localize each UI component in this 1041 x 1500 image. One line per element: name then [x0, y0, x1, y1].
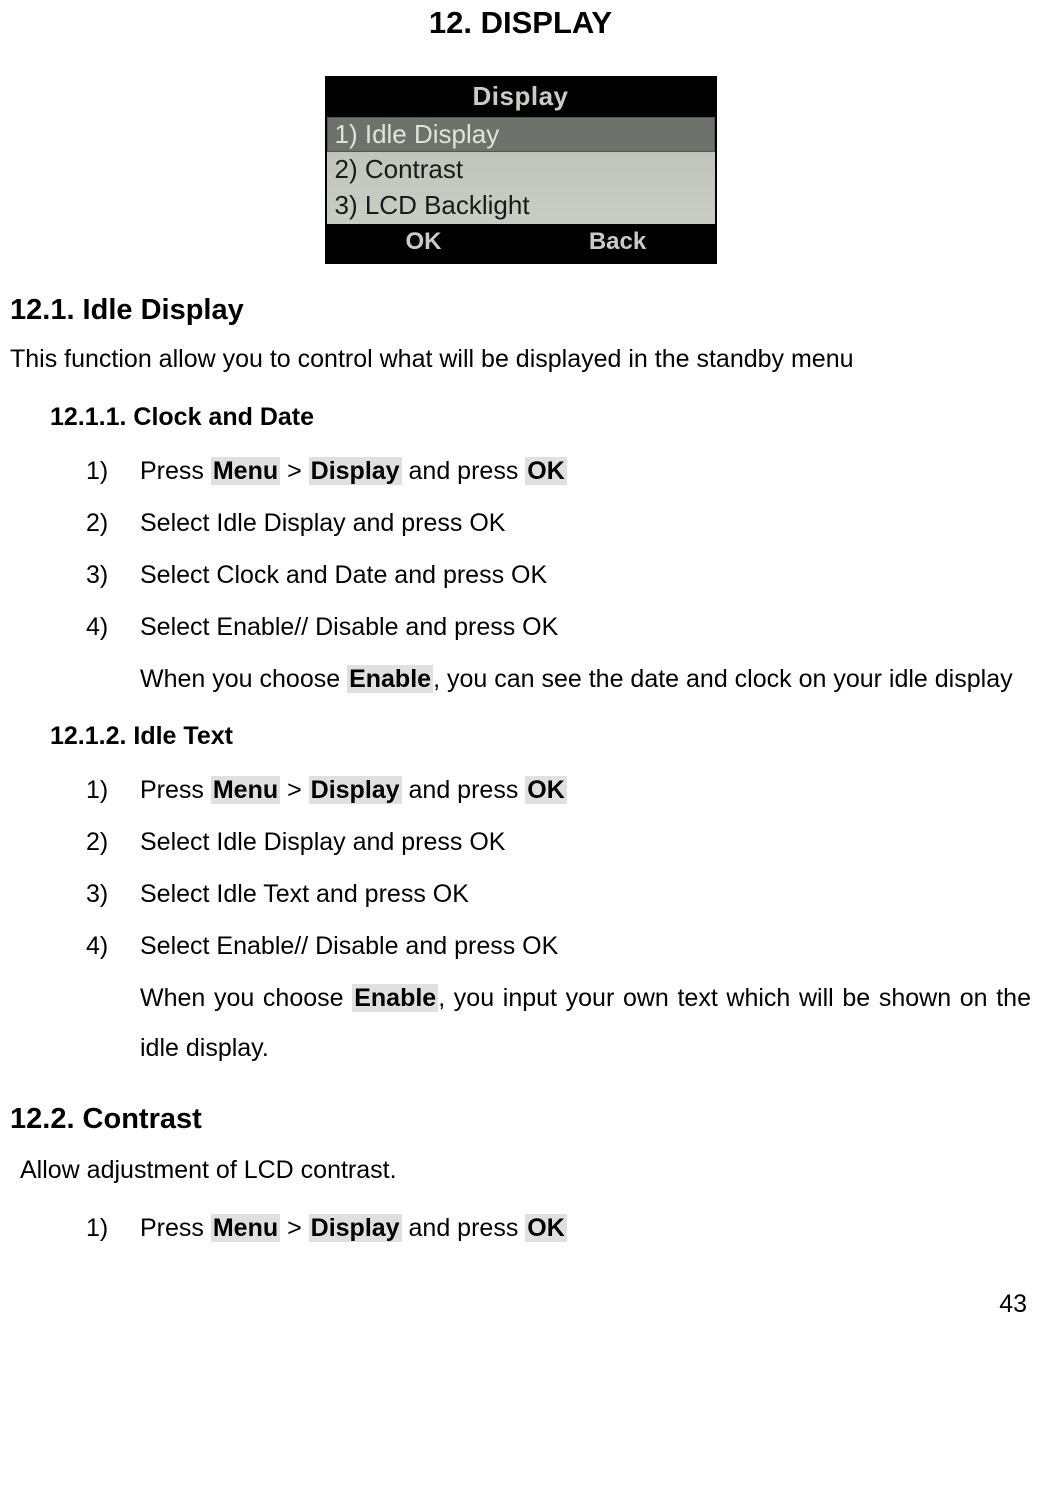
desc-12-2: Allow adjustment of LCD contrast. [20, 1148, 1031, 1193]
list-item: 1) Press Menu > Display and press OK [86, 1203, 1031, 1253]
list-item: 1) Press Menu > Display and press OK [86, 765, 1031, 815]
step-number: 4) [86, 602, 140, 652]
keyword-display: Display [309, 1214, 402, 1242]
heading-12-1: 12.1. Idle Display [10, 294, 1031, 327]
heading-12-1-2: 12.1.2. Idle Text [50, 722, 1031, 751]
lcd-softkey-ok: OK [327, 224, 521, 262]
step-text: Select Enable// Disable and press OK [140, 921, 1031, 971]
step-number: 1) [86, 446, 140, 496]
keyword-ok: OK [525, 1214, 567, 1242]
step-number: 3) [86, 550, 140, 600]
list-item: 1) Press Menu > Display and press OK [86, 446, 1031, 496]
lcd-item-lcd-backlight: 3) LCD Backlight [327, 188, 715, 224]
lcd-item-contrast: 2) Contrast [327, 152, 715, 188]
step-text: Select Idle Display and press OK [140, 498, 1031, 548]
step-number: 2) [86, 817, 140, 867]
lcd-softkey-back: Back [521, 224, 715, 262]
list-item: 4) Select Enable// Disable and press OK [86, 602, 1031, 652]
main-title: 12. DISPLAY [10, 5, 1031, 41]
keyword-menu: Menu [211, 1214, 280, 1242]
list-item: When you choose Enable, you input your o… [86, 973, 1031, 1073]
step-number: 2) [86, 498, 140, 548]
lcd-title-bar: Display [327, 78, 715, 117]
step-text: > [280, 776, 309, 804]
keyword-enable: Enable [352, 984, 438, 1012]
step-text: Select Clock and Date and press OK [140, 550, 1031, 600]
step-text: Press [140, 1214, 211, 1242]
step-text: and press [402, 457, 526, 485]
list-item: 3) Select Idle Text and press OK [86, 869, 1031, 919]
steps-12-1-2: 1) Press Menu > Display and press OK 2) … [86, 765, 1031, 1073]
list-item: 2) Select Idle Display and press OK [86, 498, 1031, 548]
step-text: Select Enable// Disable and press OK [140, 602, 1031, 652]
keyword-enable: Enable [347, 665, 433, 693]
step-text: Press [140, 457, 211, 485]
step-note-text: When you choose [140, 665, 347, 693]
list-item: 2) Select Idle Display and press OK [86, 817, 1031, 867]
step-note-text: , you can see the date and clock on your… [433, 665, 1013, 693]
lcd-screenshot: Display 1) Idle Display 2) Contrast 3) L… [10, 76, 1031, 264]
steps-12-2: 1) Press Menu > Display and press OK [86, 1203, 1031, 1253]
step-number: 1) [86, 1203, 140, 1253]
step-number: 3) [86, 869, 140, 919]
keyword-display: Display [309, 457, 402, 485]
step-text: Select Idle Display and press OK [140, 817, 1031, 867]
step-number: 1) [86, 765, 140, 815]
heading-12-1-1: 12.1.1. Clock and Date [50, 403, 1031, 432]
steps-12-1-1: 1) Press Menu > Display and press OK 2) … [86, 446, 1031, 704]
keyword-ok: OK [525, 457, 567, 485]
step-text: and press [402, 1214, 526, 1242]
keyword-menu: Menu [211, 457, 280, 485]
step-number: 4) [86, 921, 140, 971]
list-item: 3) Select Clock and Date and press OK [86, 550, 1031, 600]
step-text: > [280, 457, 309, 485]
step-note-text: When you choose [140, 984, 352, 1012]
step-text: Press [140, 776, 211, 804]
desc-12-1: This function allow you to control what … [10, 339, 1031, 379]
heading-12-2: 12.2. Contrast [10, 1103, 1031, 1136]
list-item: 4) Select Enable// Disable and press OK [86, 921, 1031, 971]
keyword-display: Display [309, 776, 402, 804]
list-item: When you choose Enable, you can see the … [86, 654, 1031, 704]
step-text: and press [402, 776, 526, 804]
keyword-menu: Menu [211, 776, 280, 804]
step-text: > [280, 1214, 309, 1242]
step-text: Select Idle Text and press OK [140, 869, 1031, 919]
page-number: 43 [999, 1290, 1027, 1319]
keyword-ok: OK [525, 776, 567, 804]
lcd-item-idle-display: 1) Idle Display [327, 117, 715, 152]
